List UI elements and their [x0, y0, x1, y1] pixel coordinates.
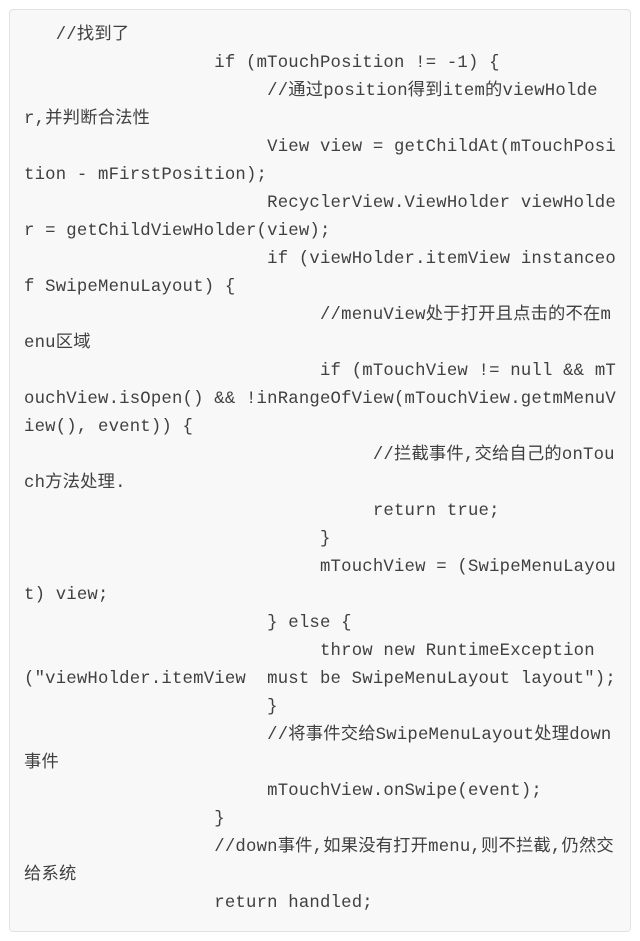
code-line: //将事件交给SwipeMenuLayout处理down事件 — [24, 726, 611, 773]
code-line: throw new RuntimeException("viewHolder.i… — [24, 642, 616, 689]
code-line: } — [24, 698, 278, 717]
code-line: } — [24, 810, 225, 829]
code-line: mTouchView = (SwipeMenuLayout) view; — [24, 558, 616, 605]
code-line: //找到了 — [24, 26, 129, 45]
code-line: //拦截事件,交给自己的onTouch方法处理. — [24, 446, 615, 493]
code-line: if (mTouchView != null && mTouchView.isO… — [24, 362, 616, 437]
code-line: View view = getChildAt(mTouchPosition - … — [24, 138, 616, 185]
code-line: //down事件,如果没有打开menu,则不拦截,仍然交给系统 — [24, 838, 614, 885]
code-line: mTouchView.onSwipe(event); — [24, 782, 542, 801]
code-line: if (viewHolder.itemView instanceof Swipe… — [24, 250, 616, 297]
code-line: if (mTouchPosition != -1) { — [24, 54, 500, 73]
code-line: //menuView处于打开且点击的不在menu区域 — [24, 306, 611, 353]
code-line: return true; — [24, 502, 500, 521]
code-line: } else { — [24, 614, 352, 633]
code-block: //找到了 if (mTouchPosition != -1) { //通过po… — [9, 9, 631, 932]
code-line: return handled; — [24, 894, 373, 913]
code-line: } — [24, 530, 331, 549]
code-line: //通过position得到item的viewHolder,并判断合法性 — [24, 82, 598, 129]
code-line: RecyclerView.ViewHolder viewHolder = get… — [24, 194, 616, 241]
